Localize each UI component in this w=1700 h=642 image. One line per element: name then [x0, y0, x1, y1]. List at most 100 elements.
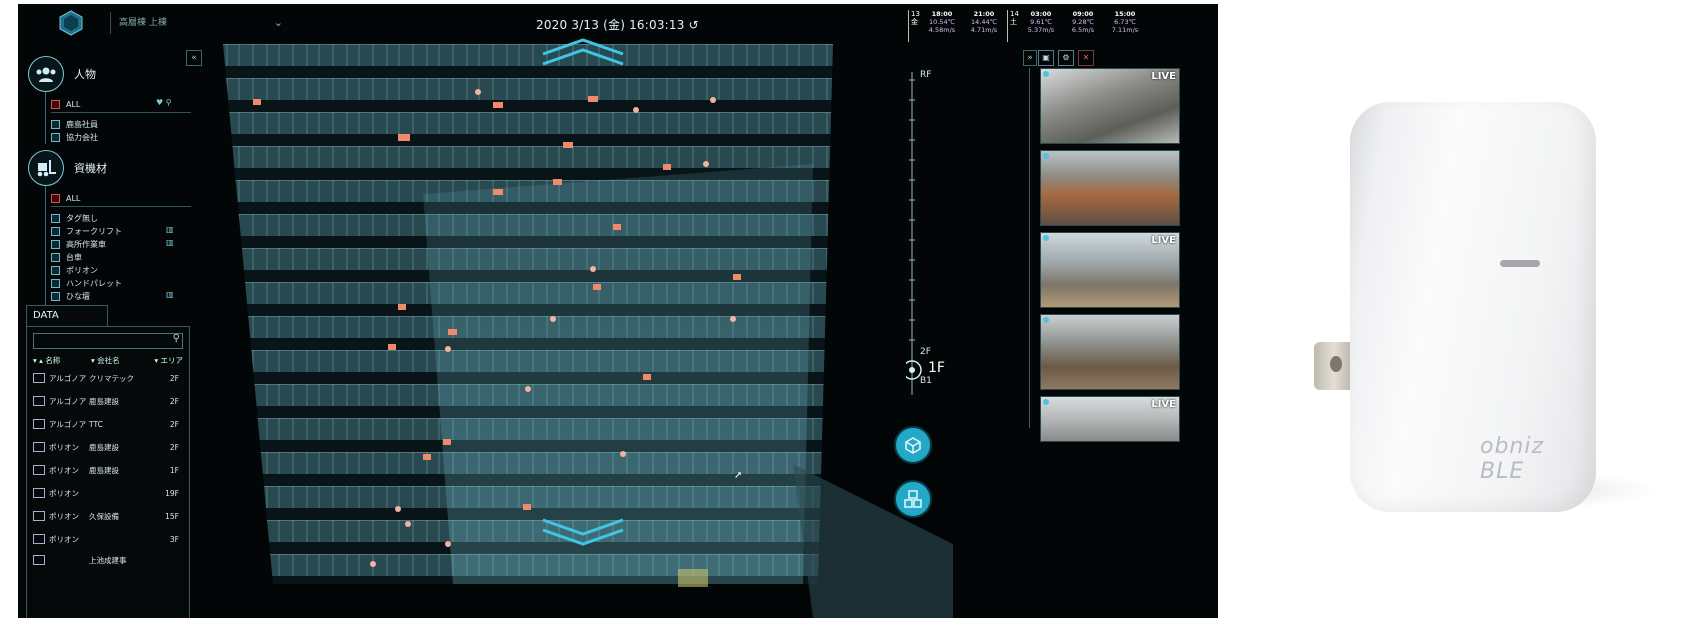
- cube-icon: [905, 437, 921, 454]
- ground-plane: [793, 464, 953, 618]
- equipment-filter-item[interactable]: タグ無し: [51, 212, 98, 224]
- checkbox[interactable]: [51, 193, 60, 203]
- table-row[interactable]: アルゴノア クリマテック 2F: [33, 371, 183, 385]
- live-badge: LIVE: [1151, 235, 1176, 246]
- row-name: ポリオン: [49, 442, 79, 452]
- construction-monitor-app: 高層棟 上棟 ⌄ 2020 3/13 (金) 16:03:13 ↺ 13 金 1…: [18, 4, 1218, 618]
- row-name: アルゴノア: [49, 373, 87, 383]
- tree-line: [45, 92, 46, 144]
- live-badge: LIVE: [1151, 399, 1176, 410]
- table-row[interactable]: ポリオン 3F: [33, 532, 183, 546]
- equipment-all-checkbox[interactable]: ALL: [51, 192, 80, 204]
- table-row[interactable]: ポリオン 久保設備 15F: [33, 509, 183, 523]
- tag-icon: [33, 465, 45, 475]
- floor-down-arrows-icon[interactable]: [538, 518, 628, 548]
- camera-feed[interactable]: LIVE: [1040, 232, 1180, 308]
- checkbox[interactable]: [51, 119, 60, 129]
- weather-temp: 9.28℃: [1072, 18, 1094, 26]
- category-people[interactable]: 人物: [28, 56, 96, 92]
- table-row[interactable]: 上池成建事: [33, 553, 183, 567]
- checkbox[interactable]: [51, 99, 60, 109]
- mouse-cursor-icon: ➚: [734, 470, 743, 481]
- weather-time: 18:00: [931, 10, 953, 18]
- tab-data[interactable]: DATA: [26, 305, 108, 326]
- checkbox[interactable]: [51, 213, 60, 223]
- obniz-ble-device-photo: obniz BLE: [1290, 60, 1660, 530]
- checkbox[interactable]: [51, 265, 60, 275]
- row-area: 2F: [169, 373, 179, 383]
- row-company: TTC: [89, 419, 103, 429]
- equipment-filter-item[interactable]: ひな壇: [51, 290, 90, 302]
- people-filter-item[interactable]: 協力会社: [51, 131, 98, 143]
- table-row[interactable]: アルゴノア TTC 2F: [33, 417, 183, 431]
- chart-icon[interactable]: ▥: [166, 238, 174, 247]
- camera-feed[interactable]: [1040, 150, 1180, 226]
- expand-panel-button[interactable]: »: [1023, 50, 1037, 66]
- multi-floor-view-button[interactable]: [894, 480, 932, 518]
- checkbox[interactable]: [51, 278, 60, 288]
- category-equipment[interactable]: 資機材: [28, 150, 107, 186]
- row-area: 2F: [169, 442, 179, 452]
- people-filter-item[interactable]: 鹿島社員: [51, 118, 98, 130]
- row-area: 2F: [169, 396, 179, 406]
- single-floor-view-button[interactable]: [894, 426, 932, 464]
- table-row[interactable]: ポリオン 19F: [33, 486, 183, 500]
- project-selector[interactable]: 高層棟 上棟 ⌄: [110, 12, 289, 34]
- table-row[interactable]: アルゴノア 鹿島建設 2F: [33, 394, 183, 408]
- device-brand-label: obniz BLE: [1480, 434, 1545, 484]
- checkbox[interactable]: [51, 226, 60, 236]
- camera-off-icon[interactable]: ✕: [1078, 50, 1094, 66]
- tag-icon: [33, 419, 45, 429]
- chart-icon[interactable]: ▥: [166, 225, 174, 234]
- checkbox-label: ポリオン: [66, 265, 98, 275]
- floor-label-rf[interactable]: RF: [920, 70, 931, 80]
- equipment-filter-item[interactable]: 高所作業車: [51, 238, 106, 250]
- people-all-checkbox[interactable]: ALL: [51, 98, 80, 110]
- floor-label-b1[interactable]: B1: [920, 376, 932, 386]
- equipment-filter-item[interactable]: ハンドパレット: [51, 277, 122, 289]
- floor-label-2f[interactable]: 2F: [920, 347, 931, 357]
- column-header[interactable]: ▾ 会社名: [91, 355, 147, 367]
- weather-wind: 4.58m/s: [928, 26, 956, 34]
- camera-feed[interactable]: LIVE: [1040, 68, 1180, 144]
- category-label: 人物: [74, 68, 96, 81]
- status-led: [1500, 260, 1540, 267]
- search-input[interactable]: ⚲: [33, 333, 183, 349]
- camera-feed[interactable]: LIVE: [1040, 396, 1180, 442]
- checkbox[interactable]: [51, 291, 60, 301]
- location-pin-icon: [1043, 235, 1049, 241]
- heart-icon[interactable]: ♥ ⚲: [156, 98, 172, 107]
- checkbox-label: ALL: [66, 193, 81, 203]
- checkbox[interactable]: [51, 132, 60, 142]
- divider: [51, 112, 191, 113]
- row-company: 上池成建事: [89, 555, 127, 565]
- live-badge: LIVE: [1151, 71, 1176, 82]
- tag-icon: [33, 396, 45, 406]
- location-pin-icon: [1043, 399, 1049, 405]
- equipment-filter-item[interactable]: 台車: [51, 251, 82, 263]
- floor-up-arrows-icon[interactable]: [538, 36, 628, 66]
- equipment-filter-item[interactable]: フォークリフト: [51, 225, 122, 237]
- search-icon[interactable]: ⚲: [173, 333, 180, 344]
- camera-feed[interactable]: [1040, 314, 1180, 390]
- filter-panel: 人物 ALL ♥ ⚲ 鹿島社員 協力会社 資機材 ALL タグ無し フォークリフ…: [18, 44, 193, 344]
- table-row[interactable]: ポリオン 鹿島建設 2F: [33, 440, 183, 454]
- history-icon[interactable]: ↺: [689, 18, 699, 32]
- trash-icon[interactable]: ▣: [1038, 50, 1054, 66]
- weather-temp: 9.61℃: [1030, 18, 1052, 26]
- weather-slot: 03:00 9.61℃ 5.37m/s: [1020, 10, 1062, 42]
- floor-scale[interactable]: RF 2F 1F B1: [906, 70, 946, 400]
- checkbox[interactable]: [51, 239, 60, 249]
- chart-icon[interactable]: ▥: [166, 290, 174, 299]
- equipment-filter-item[interactable]: ポリオン: [51, 264, 98, 276]
- weather-time: 21:00: [973, 10, 995, 18]
- column-header[interactable]: ▾ エリア: [147, 355, 183, 367]
- weather-day-label: 14 土: [1010, 10, 1019, 26]
- table-row[interactable]: ポリオン 鹿島建設 1F: [33, 463, 183, 477]
- forklift-icon: [28, 150, 64, 186]
- column-header[interactable]: ▾ ▴ 名称: [33, 355, 91, 367]
- data-panel: DATA ⚲ ▾ ▴ 名称 ▾ 会社名 ▾ エリア アルゴノア クリマテック 2F …: [26, 305, 190, 618]
- checkbox[interactable]: [51, 252, 60, 262]
- datetime-text: 2020 3/13 (金) 16:03:13: [536, 18, 685, 32]
- settings-icon[interactable]: ⚙: [1058, 50, 1074, 66]
